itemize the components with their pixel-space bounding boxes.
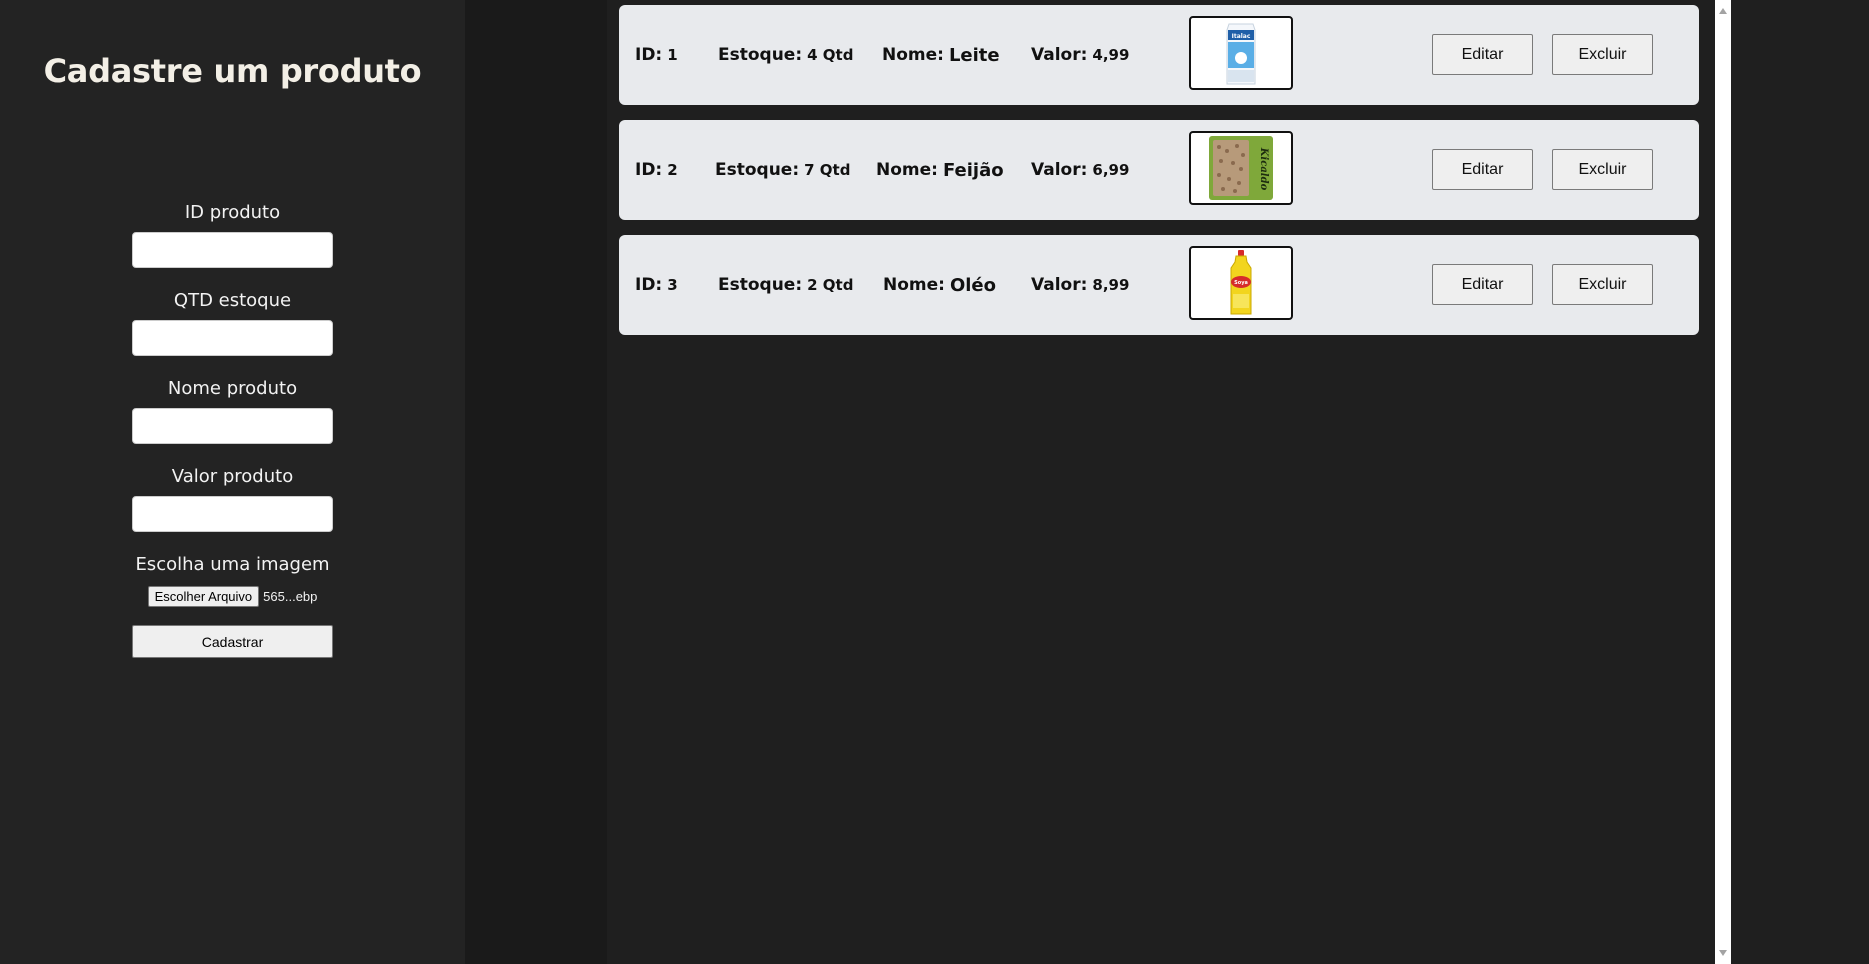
name-key: Nome: <box>882 45 944 65</box>
stock-key: Estoque: <box>718 45 803 65</box>
product-form: ID produto QTD estoque Nome produto Valo… <box>132 202 333 658</box>
product-card: ID: 2 Estoque: 7 Qtd Nome: Feijão Valor:… <box>619 120 1699 220</box>
product-name: Nome: Feijão <box>876 120 1004 220</box>
product-price: Valor: 8,99 <box>1031 235 1129 335</box>
price-value: 8,99 <box>1092 276 1130 294</box>
imagem-label: Escolha uma imagem <box>135 554 330 575</box>
scroll-up-icon[interactable] <box>1719 8 1727 14</box>
vertical-scrollbar[interactable] <box>1715 0 1731 964</box>
milk-carton-image: Italac <box>1226 23 1256 85</box>
price-key: Valor: <box>1031 45 1088 65</box>
right-margin <box>1731 0 1869 964</box>
id-key: ID: <box>635 275 663 295</box>
product-card: ID: 1 Estoque: 4 Qtd Nome: Leite Valor: … <box>619 5 1699 105</box>
product-id: ID: 3 <box>635 235 678 335</box>
choose-file-button[interactable]: Escolher Arquivo <box>147 586 260 607</box>
page-title: Cadastre um produto <box>43 52 422 90</box>
id-value: 2 <box>667 161 678 179</box>
bean-package-image: Kicaldo <box>1209 136 1273 200</box>
nome-label: Nome produto <box>167 378 298 399</box>
name-value: Feijão <box>942 159 1004 181</box>
qtd-label: QTD estoque <box>173 290 292 311</box>
price-key: Valor: <box>1031 275 1088 295</box>
stock-value: 2 Qtd <box>807 276 854 294</box>
cadastrar-button[interactable]: Cadastrar <box>132 625 333 658</box>
id-value: 1 <box>667 46 678 64</box>
name-key: Nome: <box>883 275 945 295</box>
product-stock: Estoque: 4 Qtd <box>718 5 853 105</box>
id-value: 3 <box>667 276 678 294</box>
price-value: 6,99 <box>1092 161 1130 179</box>
image-brand-text: Soya <box>1234 280 1248 286</box>
price-value: 4,99 <box>1092 46 1130 64</box>
valor-input[interactable] <box>132 496 333 532</box>
product-image: Italac <box>1189 16 1293 90</box>
qtd-input[interactable] <box>132 320 333 356</box>
edit-button[interactable]: Editar <box>1432 264 1533 305</box>
spacer-strip <box>465 0 607 964</box>
product-id: ID: 2 <box>635 120 678 220</box>
edit-button[interactable]: Editar <box>1432 34 1533 75</box>
product-id: ID: 1 <box>635 5 678 105</box>
product-name: Nome: Oléo <box>883 235 996 335</box>
file-name: 565...ebp <box>263 589 318 604</box>
product-name: Nome: Leite <box>882 5 1000 105</box>
edit-button[interactable]: Editar <box>1432 149 1533 190</box>
product-image: Soya <box>1189 246 1293 320</box>
product-stock: Estoque: 7 Qtd <box>715 120 850 220</box>
stock-key: Estoque: <box>715 160 800 180</box>
id-key: ID: <box>635 45 663 65</box>
image-brand-text: Kicaldo <box>1258 147 1269 191</box>
oil-bottle-image: Soya <box>1230 250 1252 315</box>
name-key: Nome: <box>876 160 938 180</box>
name-value: Leite <box>948 44 1000 66</box>
valor-label: Valor produto <box>171 466 294 487</box>
id-label: ID produto <box>184 202 281 223</box>
scroll-down-icon[interactable] <box>1719 950 1727 956</box>
product-image: Kicaldo <box>1189 131 1293 205</box>
delete-button[interactable]: Excluir <box>1552 264 1653 305</box>
price-key: Valor: <box>1031 160 1088 180</box>
stock-value: 7 Qtd <box>804 161 851 179</box>
nome-input[interactable] <box>132 408 333 444</box>
product-list: ID: 1 Estoque: 4 Qtd Nome: Leite Valor: … <box>619 5 1699 350</box>
product-stock: Estoque: 2 Qtd <box>718 235 853 335</box>
file-picker: Escolher Arquivo 565...ebp <box>147 586 318 607</box>
name-value: Oléo <box>949 274 996 296</box>
delete-button[interactable]: Excluir <box>1552 149 1653 190</box>
delete-button[interactable]: Excluir <box>1552 34 1653 75</box>
id-key: ID: <box>635 160 663 180</box>
image-brand-text: Italac <box>1232 33 1251 40</box>
product-price: Valor: 4,99 <box>1031 5 1129 105</box>
stock-key: Estoque: <box>718 275 803 295</box>
product-price: Valor: 6,99 <box>1031 120 1129 220</box>
id-input[interactable] <box>132 232 333 268</box>
product-card: ID: 3 Estoque: 2 Qtd Nome: Oléo Valor: 8… <box>619 235 1699 335</box>
stock-value: 4 Qtd <box>807 46 854 64</box>
